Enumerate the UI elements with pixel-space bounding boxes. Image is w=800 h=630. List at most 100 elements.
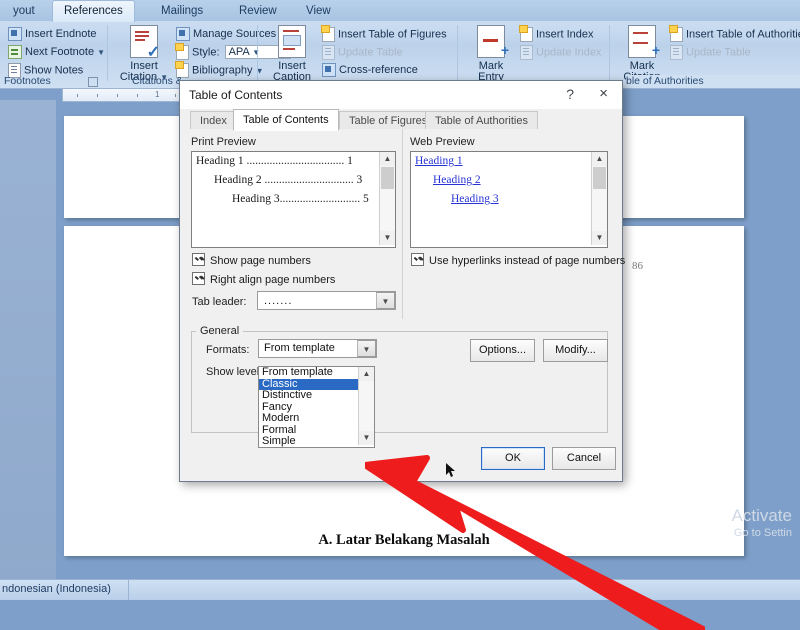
tab-table-of-figures[interactable]: Table of Figures	[339, 111, 438, 130]
mark-entry-button[interactable]: + Mark Entry	[466, 25, 516, 83]
formats-option-simple[interactable]: Simple	[259, 435, 360, 448]
scroll-down-icon[interactable]: ▼	[380, 231, 395, 245]
checkbox-box[interactable]	[411, 253, 424, 266]
watermark-line-2: Go to Settin	[733, 527, 792, 539]
insert-table-of-authorities-button[interactable]: Insert Table of Authorities	[669, 25, 800, 42]
cross-reference-icon	[322, 63, 336, 77]
scroll-up-icon[interactable]: ▲	[359, 367, 374, 381]
print-preview-entry-3: Heading 3............................ 5	[232, 193, 369, 205]
close-icon[interactable]: ×	[599, 85, 608, 102]
insert-caption-button[interactable]: Insert Caption	[264, 25, 320, 83]
update-table-icon	[670, 45, 683, 60]
scrollbar-thumb[interactable]	[381, 167, 394, 189]
formats-list-scrollbar[interactable]: ▲ ▼	[358, 367, 374, 445]
ok-button[interactable]: OK	[481, 447, 545, 470]
ribbon-tab-strip: yout References Mailings Review View	[0, 0, 800, 22]
checkbox-box[interactable]	[192, 253, 205, 266]
tab-index[interactable]: Index	[190, 111, 237, 130]
update-table-authorities-button: Update Table	[670, 45, 751, 60]
insert-citation-icon: ✓	[130, 25, 160, 61]
update-index-icon	[520, 45, 533, 60]
table-of-authorities-icon	[669, 25, 683, 42]
formats-combo[interactable]: From template ▼	[258, 339, 377, 358]
update-index-button: Update Index	[520, 45, 601, 60]
group-divider	[609, 25, 610, 81]
print-preview-scrollbar[interactable]: ▲ ▼	[379, 152, 395, 245]
formats-option-distinctive[interactable]: Distinctive	[259, 389, 360, 402]
formats-option-from-template[interactable]: From template	[259, 366, 360, 379]
chevron-down-icon[interactable]: ▼	[376, 292, 395, 309]
mark-entry-icon: +	[477, 25, 509, 58]
web-preview-entry-2[interactable]: Heading 2	[433, 174, 481, 186]
insert-endnote-button[interactable]: Insert Endnote	[8, 27, 97, 41]
dialog-title-bar: Table of Contents ? ×	[180, 81, 622, 110]
web-preview-box: Heading 1 Heading 2 Heading 3 ▲ ▼	[410, 151, 608, 248]
chevron-down-icon[interactable]: ▼	[357, 340, 376, 357]
cross-reference-button[interactable]: Cross-reference	[322, 63, 418, 77]
ribbon-group-citations: ✓ Insert Citation ▼ Manage Sources Style…	[110, 21, 291, 88]
mouse-cursor	[446, 463, 455, 477]
formats-label: Formats:	[206, 344, 250, 356]
web-preview-scrollbar[interactable]: ▲ ▼	[591, 152, 607, 245]
general-legend: General	[200, 325, 240, 337]
ribbon-tab-view[interactable]: View	[295, 1, 342, 21]
table-of-figures-icon	[321, 25, 335, 42]
web-preview-entry-3[interactable]: Heading 3	[451, 193, 499, 205]
document-left-margin	[0, 100, 56, 580]
checkbox-box[interactable]	[192, 272, 205, 285]
tab-table-of-contents[interactable]: Table of Contents	[233, 109, 339, 131]
scroll-down-icon[interactable]: ▼	[592, 231, 607, 245]
ribbon-tab-references[interactable]: References	[52, 0, 135, 22]
options-button[interactable]: Options...	[470, 339, 535, 362]
print-preview-label: Print Preview	[191, 136, 256, 148]
footnotes-dialog-launcher[interactable]	[88, 77, 98, 87]
status-language[interactable]: ndonesian (Indonesia)	[2, 583, 111, 595]
mark-citation-icon: +	[628, 25, 660, 58]
tab-table-of-authorities[interactable]: Table of Authorities	[425, 111, 538, 130]
help-icon[interactable]: ?	[566, 86, 574, 102]
checkbox-use-hyperlinks[interactable]: Use hyperlinks instead of page numbers	[411, 253, 625, 267]
checkbox-show-page-numbers[interactable]: Show page numbers	[192, 253, 311, 267]
page-number-text: 86	[632, 260, 643, 272]
scroll-up-icon[interactable]: ▲	[592, 152, 607, 166]
activate-windows-watermark: Activate Go to Settin	[732, 506, 792, 540]
ribbon-tab-mailings[interactable]: Mailings	[150, 1, 214, 21]
web-preview-label: Web Preview	[410, 136, 475, 148]
insert-table-of-figures-button[interactable]: Insert Table of Figures	[321, 25, 447, 42]
print-preview-entry-1: Heading 1 ..............................…	[196, 155, 353, 167]
next-footnote-button[interactable]: Next Footnote ▼	[8, 45, 105, 59]
ribbon-group-captions: Insert Caption Insert Table of Figures U…	[260, 21, 458, 88]
update-table-figures-button: Update Table	[322, 45, 403, 60]
print-preview-entry-2: Heading 2 ..............................…	[214, 174, 363, 186]
scrollbar-thumb[interactable]	[593, 167, 606, 189]
modify-button[interactable]: Modify...	[543, 339, 608, 362]
tab-leader-label: Tab leader:	[192, 296, 247, 308]
endnote-icon	[8, 27, 22, 41]
scroll-up-icon[interactable]: ▲	[380, 152, 395, 166]
watermark-line-1: Activate	[731, 506, 792, 525]
formats-option-modern[interactable]: Modern	[259, 412, 360, 425]
style-icon	[175, 43, 189, 60]
web-preview-entry-1[interactable]: Heading 1	[415, 155, 463, 167]
tab-leader-combo[interactable]: ....... ▼	[257, 291, 396, 310]
group-divider	[107, 25, 108, 81]
insert-index-button[interactable]: Insert Index	[519, 25, 593, 42]
dialog-column-divider	[402, 129, 403, 319]
group-divider	[257, 25, 258, 81]
ribbon-group-authorities: + Mark Citation Insert Table of Authorit…	[612, 21, 800, 88]
formats-dropdown-list[interactable]: From template Classic Distinctive Fancy …	[258, 366, 375, 448]
cancel-button[interactable]: Cancel	[552, 447, 616, 470]
ribbon-tab-review[interactable]: Review	[228, 1, 288, 21]
ribbon-group-footnotes: Insert Endnote Next Footnote ▼ Show Note…	[0, 21, 108, 88]
status-divider	[128, 580, 129, 600]
status-bar: ndonesian (Indonesia)	[0, 579, 800, 600]
table-of-contents-dialog: Table of Contents ? × Index Table of Con…	[179, 80, 625, 482]
formats-value: From template	[264, 342, 335, 354]
chevron-down-icon[interactable]: ▼	[97, 48, 105, 57]
print-preview-box: Heading 1 ..............................…	[191, 151, 396, 248]
checkbox-right-align-page-numbers[interactable]: Right align page numbers	[192, 272, 335, 286]
ribbon-group-index: + Mark Entry Insert Index Update Index	[460, 21, 610, 88]
insert-index-icon	[519, 25, 533, 42]
scroll-down-icon[interactable]: ▼	[359, 431, 374, 445]
ribbon-tab-layout[interactable]: yout	[2, 1, 46, 21]
